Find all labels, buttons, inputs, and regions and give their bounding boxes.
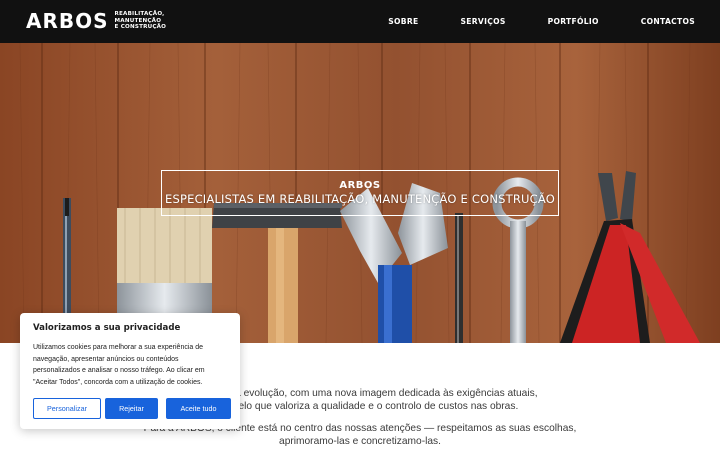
nav-contactos[interactable]: CONTACTOS	[641, 17, 695, 26]
cookie-consent-banner: Valorizamos a sua privacidade Utilizamos…	[20, 313, 240, 429]
reject-button[interactable]: Rejeitar	[105, 398, 158, 419]
hero-title: ARBOS	[339, 179, 381, 191]
site-header: ARBOS REABILITAÇÃO, MANUTENÇÃO E CONSTRU…	[0, 0, 720, 43]
hero-title-box: ARBOS ESPECIALISTAS EM REABILITAÇÃO, MAN…	[161, 170, 559, 216]
customize-button[interactable]: Personalizar	[33, 398, 101, 419]
cookie-actions: Personalizar Rejeitar Aceite tudo	[33, 398, 231, 419]
nav-portfolio[interactable]: PORTFÓLIO	[548, 17, 599, 26]
intro-line: aprimoramo-las e concretizamo-las.	[279, 436, 441, 447]
hero-subtitle: ESPECIALISTAS EM REABILITAÇÃO, MANUTENÇÃ…	[165, 191, 555, 206]
nav-sobre[interactable]: SOBRE	[388, 17, 418, 26]
cookie-description: Utilizamos cookies para melhorar a sua e…	[33, 344, 205, 386]
main-nav: SOBRE SERVIÇOS PORTFÓLIO CONTACTOS	[346, 0, 695, 43]
logo-wordmark: ARBOS	[26, 9, 109, 33]
hero-banner: ARBOS ESPECIALISTAS EM REABILITAÇÃO, MAN…	[0, 43, 720, 343]
accept-all-button[interactable]: Aceite tudo	[166, 398, 231, 419]
logo[interactable]: ARBOS REABILITAÇÃO, MANUTENÇÃO E CONSTRU…	[26, 10, 166, 32]
nav-servicos[interactable]: SERVIÇOS	[460, 17, 505, 26]
logo-tagline: REABILITAÇÃO, MANUTENÇÃO E CONSTRUÇÃO	[114, 11, 167, 31]
cookie-title: Valorizamos a sua privacidade	[33, 323, 181, 333]
